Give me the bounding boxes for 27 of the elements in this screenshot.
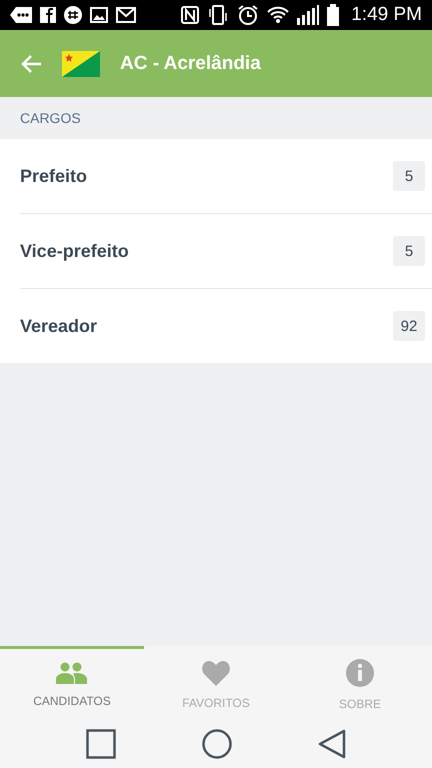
facebook-icon bbox=[40, 7, 56, 23]
list-item[interactable]: Vereador bbox=[20, 316, 393, 336]
home-button[interactable] bbox=[202, 729, 232, 759]
clock: 1:49 PM bbox=[351, 4, 422, 26]
wifi-icon bbox=[267, 6, 290, 24]
flag-icon bbox=[62, 50, 100, 76]
section-header: CARGOS bbox=[20, 110, 81, 126]
back-button[interactable] bbox=[318, 729, 346, 759]
nfc-icon bbox=[181, 6, 200, 24]
alarm-icon bbox=[237, 4, 260, 26]
vibrate-icon bbox=[207, 5, 230, 25]
battery-icon bbox=[327, 4, 340, 26]
recents-button[interactable] bbox=[86, 729, 116, 759]
count-badge: 5 bbox=[393, 161, 425, 191]
list-item[interactable]: Vice-prefeito bbox=[20, 240, 393, 262]
signal-icon bbox=[297, 5, 320, 25]
count-badge: 5 bbox=[393, 236, 425, 266]
chat-icon bbox=[64, 6, 82, 24]
list-item[interactable]: Prefeito bbox=[20, 166, 393, 186]
info-icon bbox=[346, 658, 374, 686]
heart-icon bbox=[202, 660, 230, 686]
count-badge: 92 bbox=[393, 311, 425, 341]
mail-icon bbox=[116, 7, 136, 23]
app-title: AC - Acrelândia bbox=[120, 52, 261, 74]
image-icon bbox=[90, 7, 108, 23]
message-icon bbox=[10, 7, 32, 23]
people-icon bbox=[56, 662, 88, 684]
